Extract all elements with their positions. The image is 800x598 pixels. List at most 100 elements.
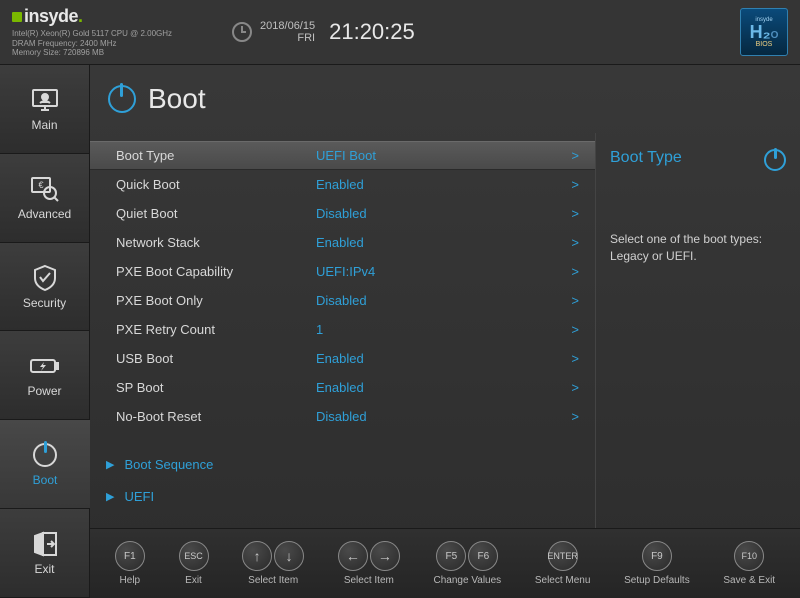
setting-row[interactable]: No-Boot ResetDisabled > [90,402,595,431]
setting-row[interactable]: USB BootEnabled > [90,344,595,373]
setting-value: Disabled [316,206,486,221]
key-label: Setup Defaults [624,575,690,586]
key-button[interactable]: ← [338,541,368,571]
page-title: Boot [90,65,800,133]
setting-row[interactable]: PXE Boot OnlyDisabled > [90,286,595,315]
setting-label: PXE Boot Capability [116,264,316,279]
submenu-row[interactable]: ▶ UEFI [90,483,595,509]
date-text: 2018/06/15 [260,20,315,32]
help-text: Select one of the boot types: Legacy or … [610,231,786,265]
chevron-right-icon: > [571,235,579,250]
setting-label: No-Boot Reset [116,409,316,424]
sidebar-item-power[interactable]: Power [0,331,90,420]
key-button[interactable]: ↓ [274,541,304,571]
chevron-right-icon: > [571,409,579,424]
main-panel: Boot Boot TypeUEFI Boot>Quick BootEnable… [90,65,800,598]
setting-value: Enabled [316,380,486,395]
setting-row[interactable]: Quick BootEnabled > [90,170,595,199]
brand-logo-square [12,12,22,22]
help-panel: Boot Type Select one of the boot types: … [595,133,800,528]
key-button[interactable]: F10 [734,541,764,571]
clock-icon [232,22,252,42]
key-label: Save & Exit [723,575,775,586]
sidebar-item-advanced[interactable]: € Advanced [0,154,90,243]
triangle-right-icon: ▶ [106,490,114,503]
chevron-right-icon: > [571,148,579,163]
key-label: Change Values [434,575,502,586]
key-label: Exit [185,575,202,586]
submenu-label: Boot Sequence [124,457,213,472]
key-label: Select Menu [535,575,591,586]
h2o-bios-logo: insyde H₂O BIOS [740,8,788,56]
setting-value: Disabled [316,293,486,308]
key-button[interactable]: ENTER [548,541,578,571]
setting-label: PXE Retry Count [116,322,316,337]
footer-key-group[interactable]: F5F6 Change Values [434,541,502,586]
key-button[interactable]: F9 [642,541,672,571]
footer-key-group[interactable]: F9 Setup Defaults [624,541,690,586]
dram-info: DRAM Frequency: 2400 MHz [12,39,172,49]
footer-key-group[interactable]: ESC Exit [179,541,209,586]
key-button[interactable]: ESC [179,541,209,571]
setting-label: PXE Boot Only [116,293,316,308]
key-button[interactable]: ↑ [242,541,272,571]
system-info: Intel(R) Xeon(R) Gold 5117 CPU @ 2.00GHz… [12,29,172,58]
triangle-right-icon: ▶ [106,458,114,471]
setting-label: USB Boot [116,351,316,366]
setting-row[interactable]: PXE Boot CapabilityUEFI:IPv4 > [90,257,595,286]
sidebar: Main € Advanced Security Power Boot Exit [0,65,90,598]
submenu-label: UEFI [124,489,154,504]
sidebar-item-main[interactable]: Main [0,65,90,154]
time-text: 21:20:25 [329,19,415,45]
chevron-right-icon: > [571,177,579,192]
setting-row[interactable]: SP BootEnabled > [90,373,595,402]
setting-value: UEFI:IPv4 [316,264,486,279]
chevron-right-icon: > [571,380,579,395]
brand-block: insyde. Intel(R) Xeon(R) Gold 5117 CPU @… [12,6,172,58]
footer-keys: F1 Help ESC Exit ↑↓ Select Item ←→Select Item F… [90,528,800,598]
footer-key-group[interactable]: ↑↓ Select Item [242,541,304,586]
setting-label: Quiet Boot [116,206,316,221]
chevron-right-icon: > [571,206,579,221]
setting-row[interactable]: PXE Retry Count1> [90,315,595,344]
day-text: FRI [260,32,315,44]
chevron-right-icon: > [571,351,579,366]
sidebar-item-security[interactable]: Security [0,243,90,332]
setting-value: Enabled [316,177,486,192]
sidebar-item-boot[interactable]: Boot [0,420,90,509]
key-button[interactable]: F1 [115,541,145,571]
header-bar: insyde. Intel(R) Xeon(R) Gold 5117 CPU @… [0,0,800,65]
sidebar-item-exit[interactable]: Exit [0,509,90,598]
key-button[interactable]: → [370,541,400,571]
setting-label: Quick Boot [116,177,316,192]
setting-label: Network Stack [116,235,316,250]
footer-key-group[interactable]: ←→Select Item [338,541,400,586]
setting-row[interactable]: Network StackEnabled> [90,228,595,257]
setting-row[interactable]: Boot TypeUEFI Boot > [90,141,595,170]
setting-value: 1 [316,322,486,337]
footer-key-group[interactable]: F10 Save & Exit [723,541,775,586]
key-button[interactable]: F5 [436,541,466,571]
key-label: Help [120,575,141,586]
key-button[interactable]: F6 [468,541,498,571]
setting-label: Boot Type [116,148,316,163]
help-title: Boot Type [610,149,682,167]
clock-block: 2018/06/15 FRI 21:20:25 [232,19,415,45]
footer-key-group[interactable]: ENTER Select Menu [535,541,591,586]
chevron-right-icon: > [571,264,579,279]
svg-text:€: € [38,180,43,190]
setting-row[interactable]: Quiet BootDisabled > [90,199,595,228]
memory-info: Memory Size: 720896 MB [12,48,172,58]
key-label: Select Item [248,575,298,586]
chevron-right-icon: > [571,293,579,308]
footer-key-group[interactable]: F1 Help [115,541,145,586]
setting-value: Enabled [316,351,486,366]
setting-value: Disabled [316,409,486,424]
boot-icon [108,85,136,113]
brand-name: insyde. [24,6,83,27]
submenu-row[interactable]: ▶ Boot Sequence [90,451,595,477]
settings-list: Boot TypeUEFI Boot>Quick BootEnabled>Qui… [90,133,595,528]
setting-label: SP Boot [116,380,316,395]
setting-value: UEFI Boot [316,148,486,163]
power-icon [764,149,786,171]
